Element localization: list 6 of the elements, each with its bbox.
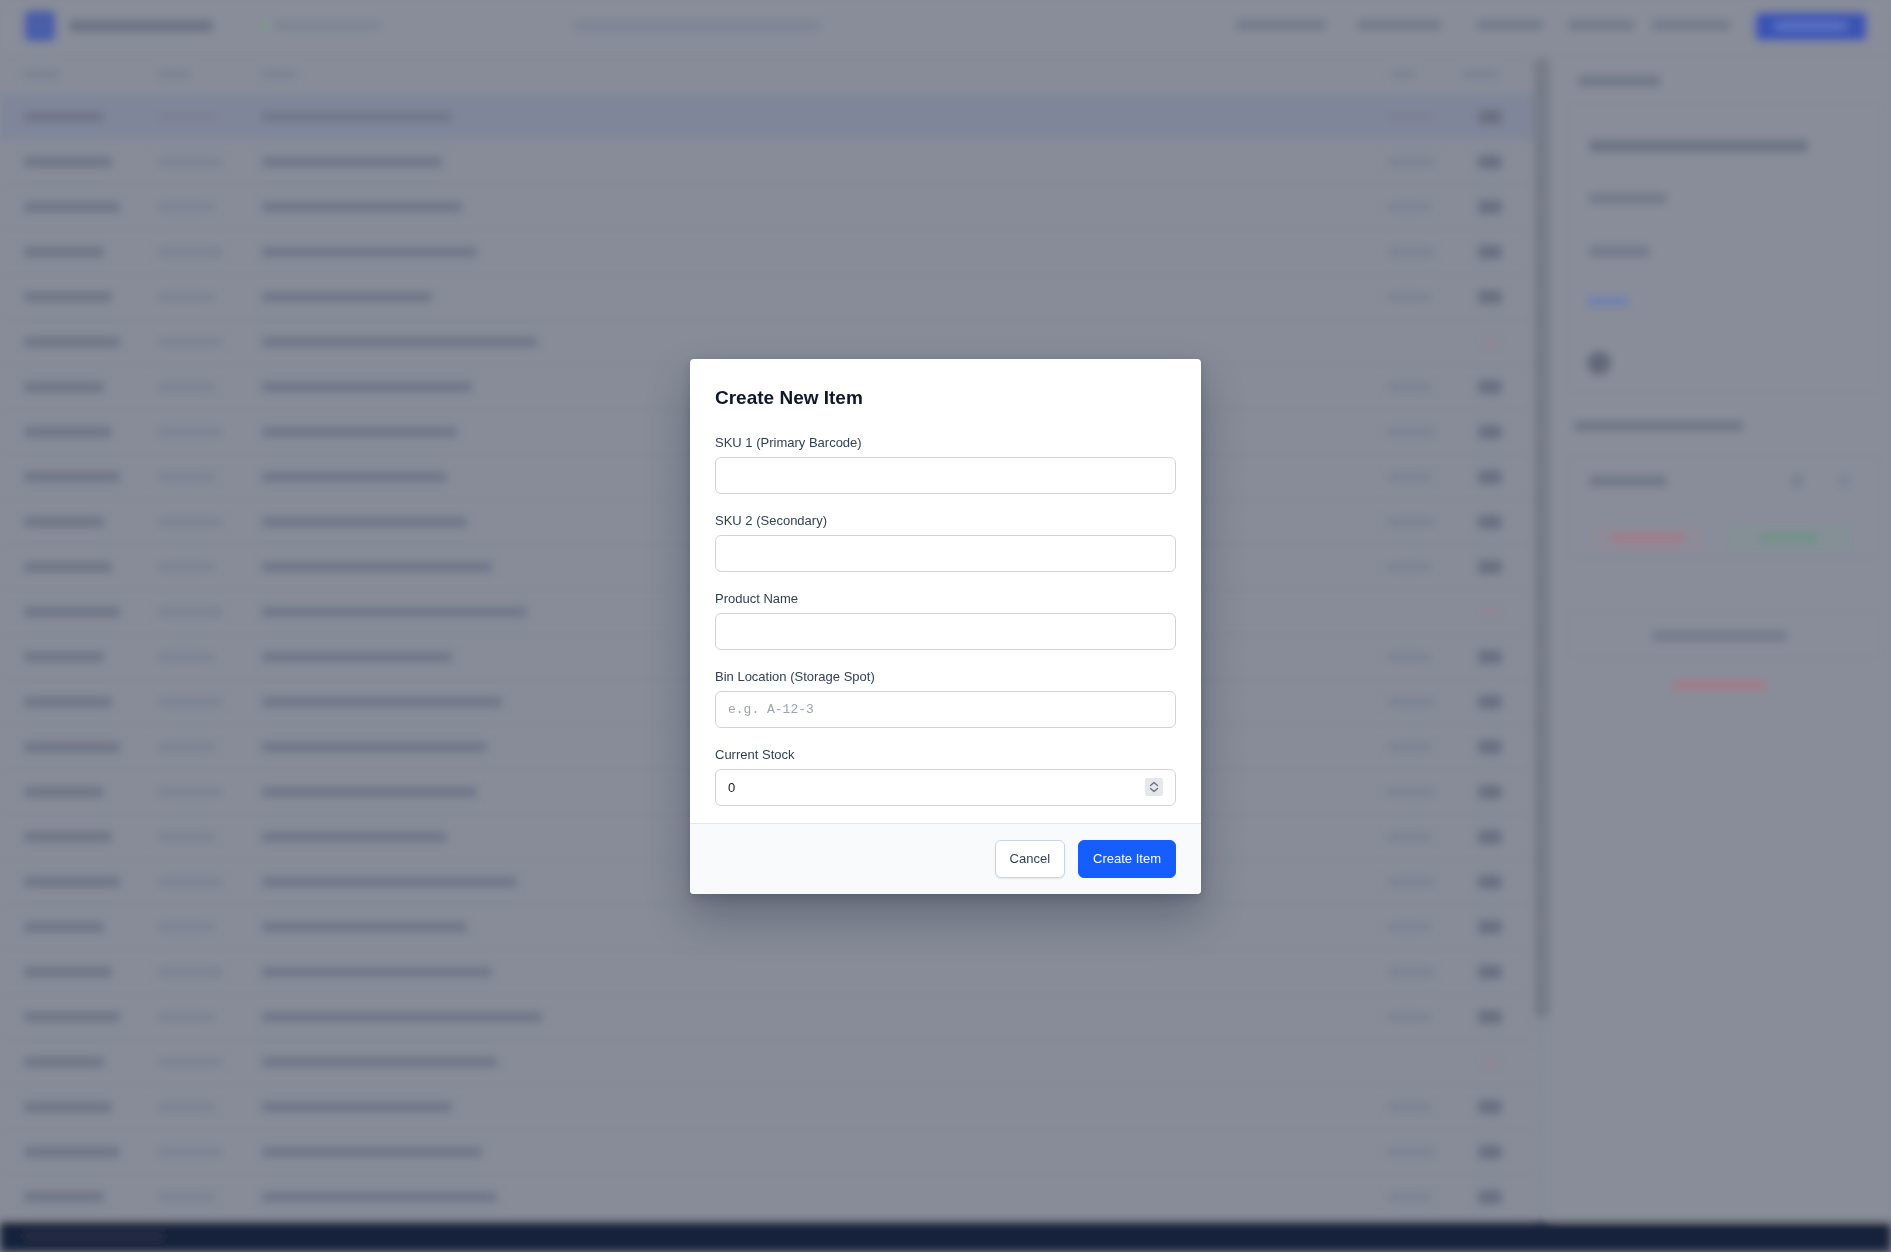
dialog-title: Create New Item (715, 385, 864, 410)
field-label: Product Name (715, 589, 799, 608)
field-label: SKU 2 (Secondary) (715, 511, 827, 530)
field-label: Current Stock (715, 745, 795, 764)
field-label: Bin Location (Storage Spot) (715, 667, 875, 686)
field-label: SKU 1 (Primary Barcode) (715, 433, 862, 452)
